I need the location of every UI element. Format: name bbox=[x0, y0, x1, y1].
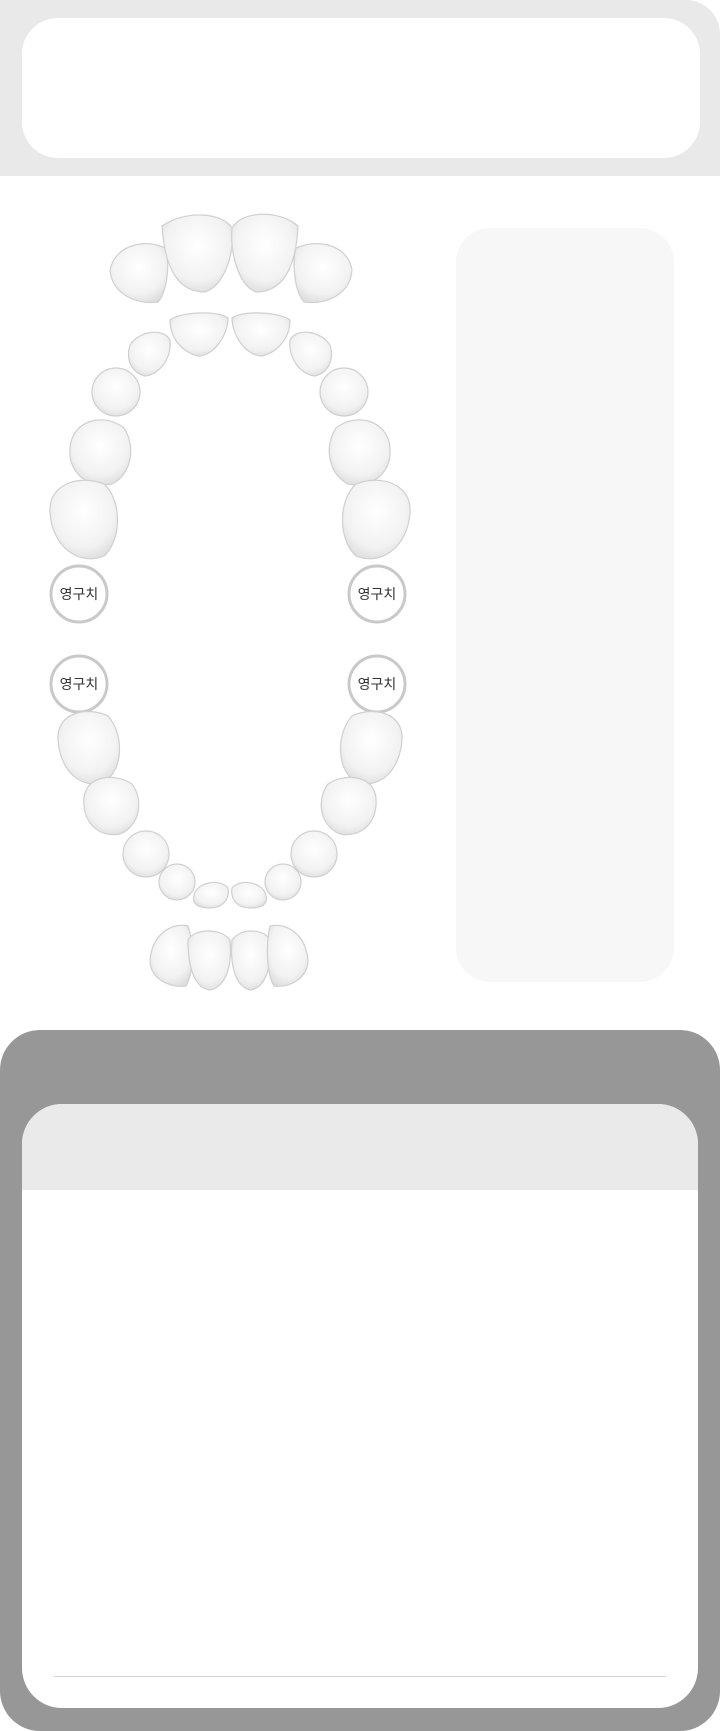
tooth-lower-premolar-left[interactable] bbox=[320, 776, 377, 836]
tooth-lower-molar-left[interactable] bbox=[339, 710, 403, 785]
tooth-upper-incisor-right[interactable] bbox=[169, 312, 229, 357]
tooth-lower-incisor-right[interactable] bbox=[193, 881, 229, 909]
detail-card-header bbox=[22, 1104, 698, 1190]
tooth-lower-premolar-right[interactable] bbox=[83, 776, 140, 836]
detail-divider bbox=[54, 1676, 666, 1677]
badge-lower-left-label: 영구치 bbox=[358, 677, 397, 693]
detail-card bbox=[22, 1104, 698, 1708]
tooth-upper-front-4[interactable] bbox=[293, 243, 353, 304]
badge-lower-right-label: 영구치 bbox=[60, 677, 99, 693]
tooth-lower-canine-right[interactable] bbox=[122, 830, 170, 878]
top-card bbox=[22, 18, 700, 158]
tooth-upper-molar-left[interactable] bbox=[341, 479, 411, 560]
tooth-info-panel bbox=[456, 228, 674, 982]
tooth-upper-premolar-left[interactable] bbox=[328, 419, 391, 486]
tooth-lower-lateral-left[interactable] bbox=[264, 863, 302, 901]
tooth-upper-front-2[interactable] bbox=[161, 214, 234, 293]
tooth-lower-incisor-left[interactable] bbox=[231, 881, 267, 909]
badge-upper-left-label: 영구치 bbox=[358, 587, 397, 603]
tooth-lower-front-2[interactable] bbox=[187, 930, 232, 991]
tooth-upper-front-1[interactable] bbox=[109, 243, 169, 304]
tooth-lower-front-4[interactable] bbox=[266, 924, 309, 987]
tooth-upper-canine-left[interactable] bbox=[319, 367, 369, 417]
tooth-upper-molar-right[interactable] bbox=[49, 479, 119, 560]
tooth-lower-front-1[interactable] bbox=[149, 924, 193, 987]
tooth-lower-canine-left[interactable] bbox=[290, 830, 338, 878]
badge-upper-right-label: 영구치 bbox=[60, 587, 99, 603]
tooth-lower-molar-right[interactable] bbox=[57, 710, 121, 785]
tooth-upper-lateral-left[interactable] bbox=[289, 331, 333, 377]
tooth-upper-incisor-left[interactable] bbox=[231, 312, 291, 357]
tooth-upper-premolar-right[interactable] bbox=[69, 419, 132, 486]
tooth-lower-lateral-right[interactable] bbox=[158, 863, 196, 901]
top-section bbox=[0, 0, 720, 176]
bottom-section bbox=[0, 1030, 720, 1731]
tooth-upper-canine-right[interactable] bbox=[91, 367, 141, 417]
tooth-upper-lateral-right[interactable] bbox=[127, 331, 171, 377]
tooth-upper-front-3[interactable] bbox=[231, 213, 299, 293]
tooth-lower-front-3[interactable] bbox=[230, 930, 271, 991]
dental-chart: 영구치 영구치 영구치 영구치 bbox=[49, 213, 411, 991]
